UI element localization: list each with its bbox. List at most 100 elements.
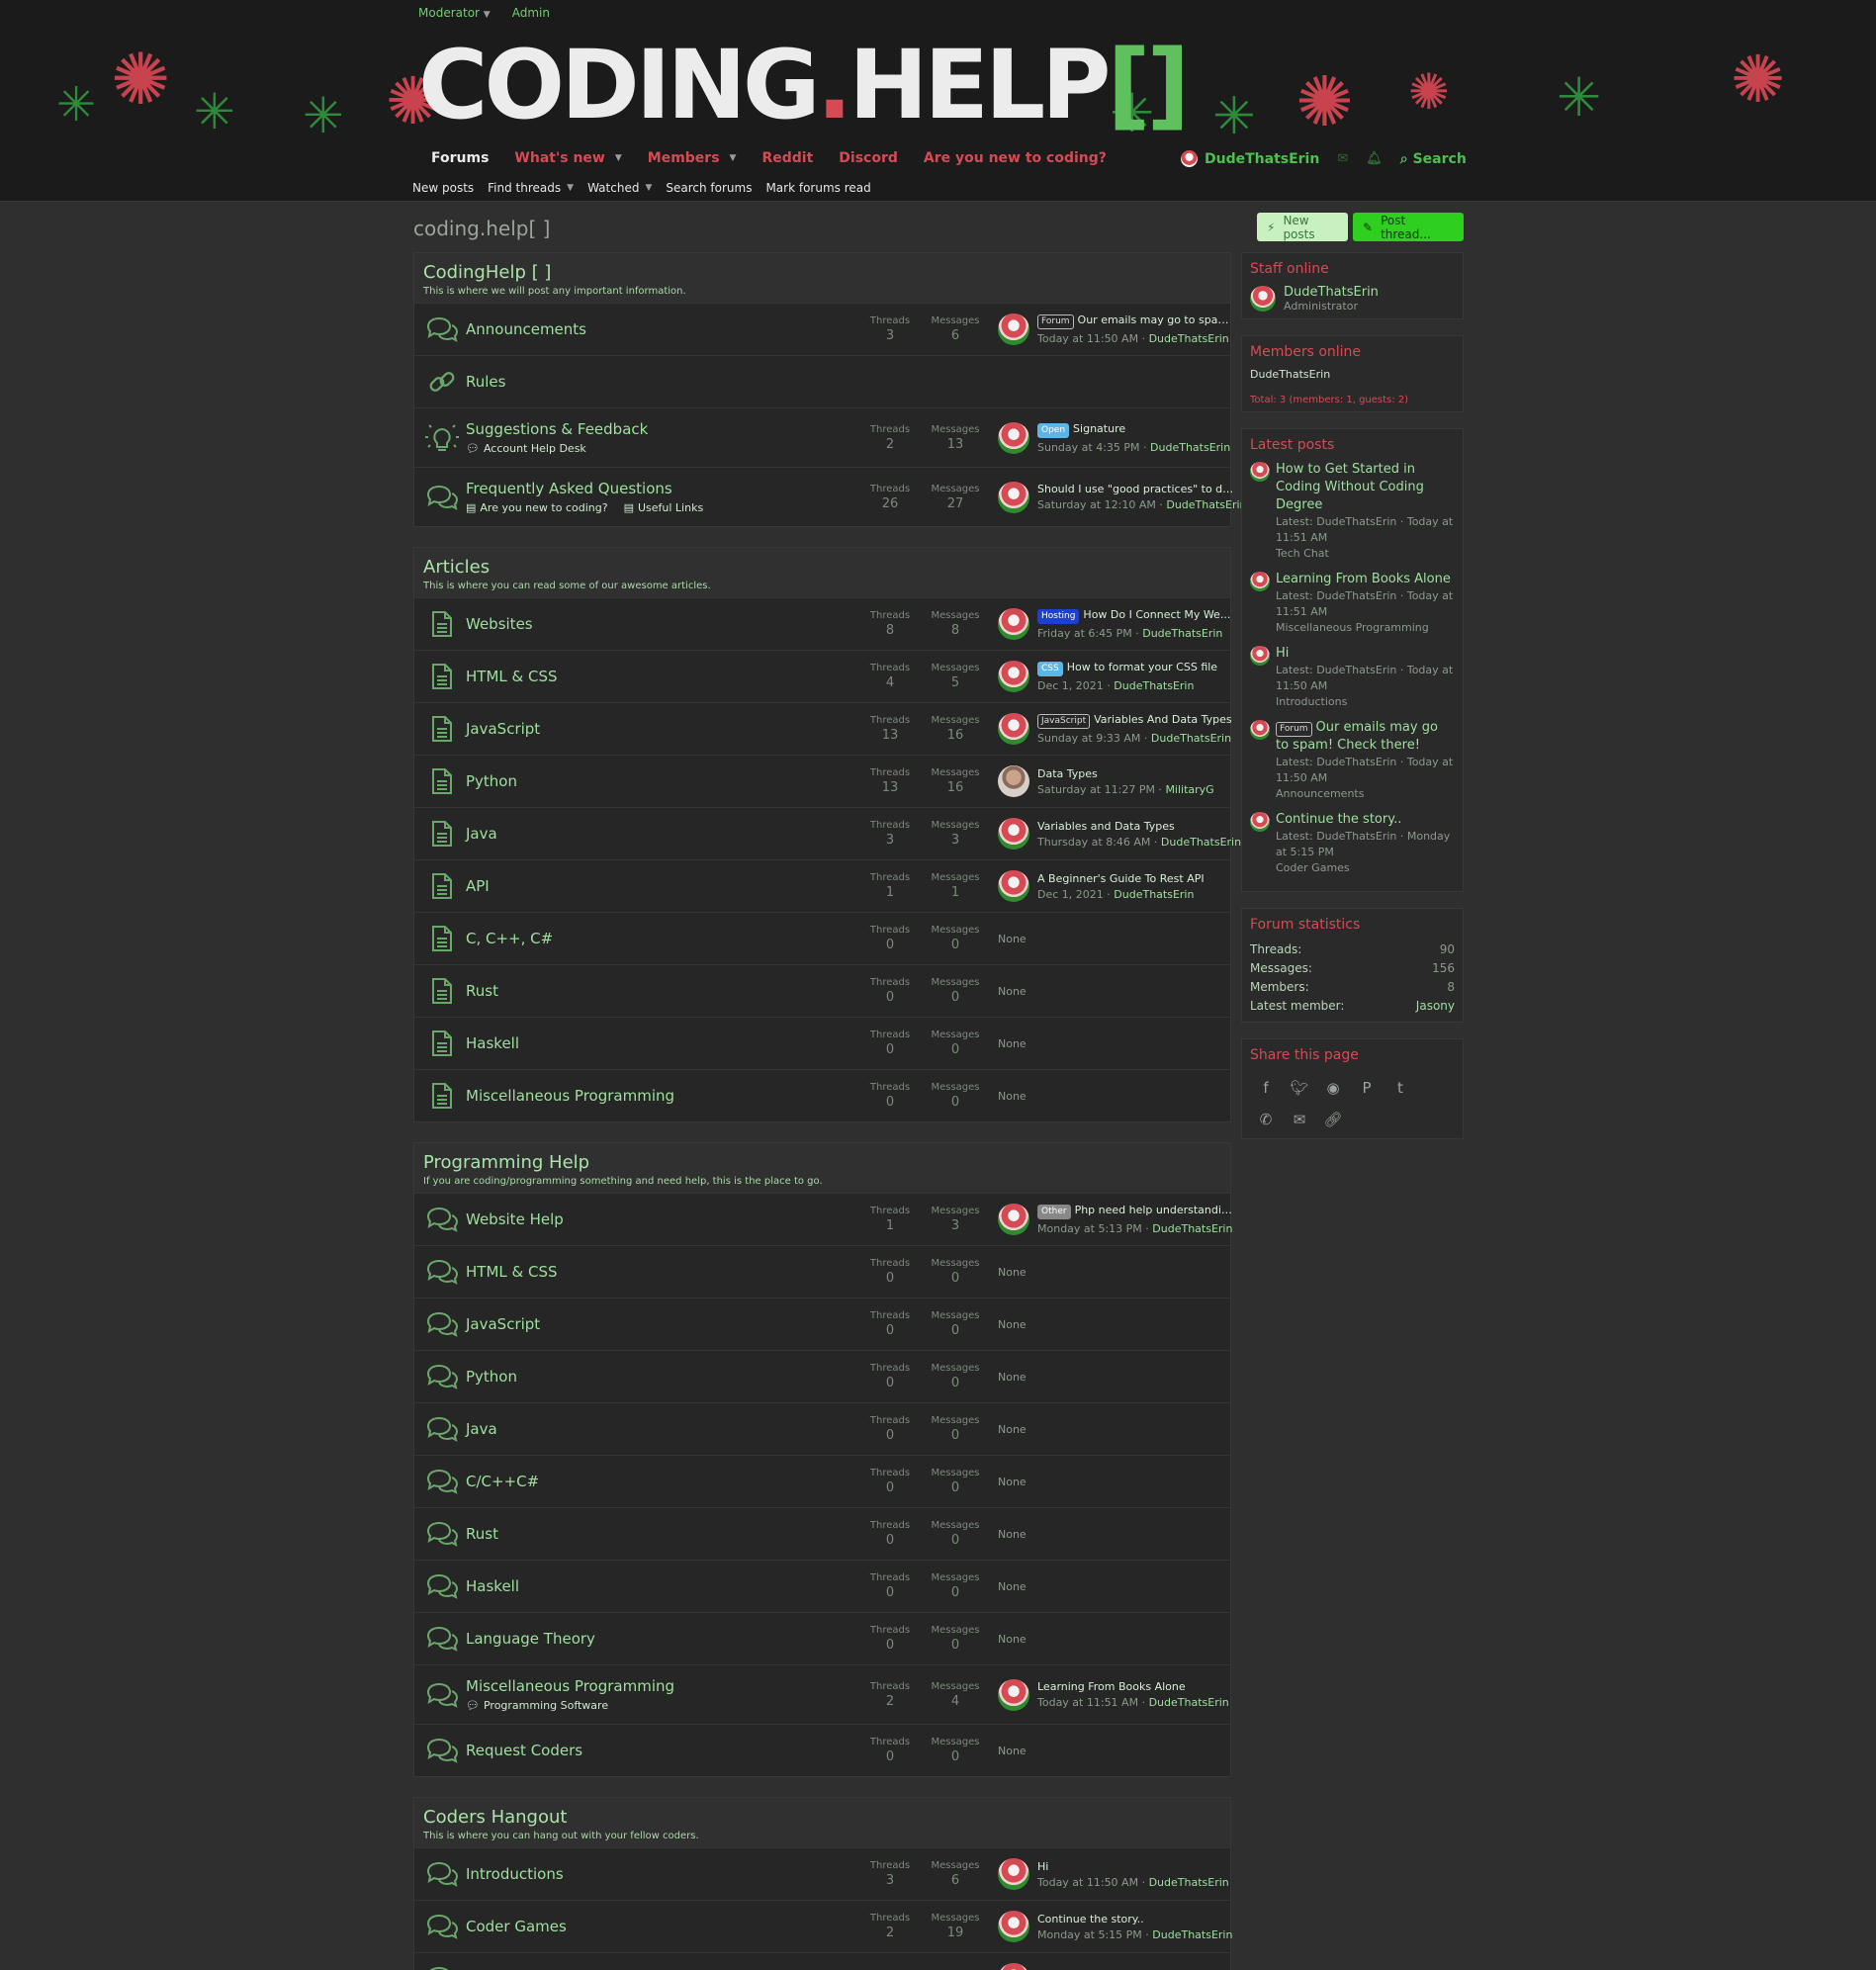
subnav-new-posts[interactable]: New posts <box>412 181 474 195</box>
forum-node[interactable]: Frequently Asked Questions ▤ Are you new t… <box>414 467 1247 526</box>
latest-post-title[interactable]: Learning From Books Alone <box>1276 571 1455 588</box>
last-post-title[interactable]: A Beginner's Guide To Rest API <box>1037 872 1205 885</box>
node-title[interactable]: C/C++C# <box>466 1473 857 1490</box>
latest-post-forum[interactable]: Tech Chat <box>1276 546 1455 562</box>
node-title[interactable]: Website Help <box>466 1210 857 1228</box>
forum-node[interactable]: Haskell Threads 0 Messages 0 None <box>414 1017 1230 1069</box>
avatar[interactable] <box>998 765 1029 797</box>
category-title[interactable]: CodingHelp [ ] <box>423 262 1221 283</box>
forum-node[interactable]: C, C++, C# Threads 0 Messages 0 None <box>414 912 1230 964</box>
latest-post-item[interactable]: Continue the story.. Latest: DudeThatsEri… <box>1250 811 1455 876</box>
forum-node[interactable]: Python Threads 0 Messages 0 None <box>414 1350 1230 1402</box>
last-post[interactable]: A Beginner's Guide To Rest API Dec 1, 202… <box>988 870 1230 902</box>
last-post-user[interactable]: DudeThatsErin <box>1114 679 1194 692</box>
last-post-title[interactable]: Other Php need help understandin... <box>1037 1204 1235 1219</box>
avatar[interactable] <box>1250 572 1270 591</box>
node-title[interactable]: Coder Games <box>466 1918 857 1935</box>
node-title[interactable]: Suggestions & Feedback <box>466 420 857 438</box>
avatar[interactable] <box>998 481 1029 513</box>
node-title[interactable]: Java <box>466 1420 857 1438</box>
forum-node[interactable]: Introductions Threads 3 Messages 6 Hi Today at… <box>414 1847 1230 1900</box>
latest-post-title[interactable]: Continue the story.. <box>1276 811 1455 829</box>
avatar[interactable] <box>1250 462 1270 482</box>
node-title[interactable]: Miscellaneous Programming <box>466 1677 857 1695</box>
forum-node[interactable]: Suggestions & Feedback 💬︎ Account Help Des… <box>414 407 1230 467</box>
last-post[interactable]: Learning From Books Alone Today at 11:51 … <box>988 1678 1230 1711</box>
avatar[interactable] <box>998 421 1029 454</box>
node-title[interactable]: Rules <box>466 373 1230 391</box>
node-title[interactable]: Haskell <box>466 1577 857 1595</box>
last-post-user[interactable]: DudeThatsErin <box>1142 627 1222 640</box>
last-post[interactable]: Variables and Data Types Thursday at 8:46… <box>988 818 1241 850</box>
forum-node[interactable]: HTML & CSS Threads 0 Messages 0 None <box>414 1245 1230 1298</box>
last-post-user[interactable]: DudeThatsErin <box>1152 1928 1232 1941</box>
latest-post-item[interactable]: Hi Latest: DudeThatsErin · Today at 11:50… <box>1250 645 1455 710</box>
inbox-icon[interactable]: ✉ <box>1337 151 1348 166</box>
email-icon[interactable]: ✉ <box>1288 1109 1311 1130</box>
last-post[interactable]: Forum Our emails may go to spam... Today a… <box>988 313 1235 345</box>
avatar[interactable] <box>998 1858 1029 1890</box>
forum-node[interactable]: Request Coders Threads 0 Messages 0 None <box>414 1724 1230 1776</box>
avatar[interactable] <box>1250 812 1270 832</box>
forum-node[interactable]: Announcements Threads 3 Messages 6 Forum Our e… <box>414 303 1235 355</box>
new-posts-button[interactable]: ⚡︎ New posts <box>1257 213 1348 241</box>
node-title[interactable]: Introductions <box>466 1865 857 1883</box>
forum-node[interactable]: Websites Threads 8 Messages 8 Hosting How Do I… <box>414 597 1230 650</box>
avatar[interactable] <box>998 608 1029 640</box>
pinterest-icon[interactable]: P <box>1355 1077 1379 1099</box>
last-post[interactable]: Continue the story.. Monday at 5:15 PM · … <box>988 1911 1232 1942</box>
last-post-title[interactable]: Hi <box>1037 1860 1229 1873</box>
last-post[interactable]: Hi Today at 11:50 AM · DudeThatsErin <box>988 1858 1230 1890</box>
facebook-icon[interactable]: f <box>1254 1077 1278 1099</box>
avatar[interactable] <box>1250 720 1270 740</box>
category-title[interactable]: Programming Help <box>423 1152 1221 1173</box>
staff-name[interactable]: DudeThatsErin <box>1284 285 1379 300</box>
node-title[interactable]: API <box>466 877 857 895</box>
latest-post-title[interactable]: Hi <box>1276 645 1455 663</box>
bell-icon[interactable]: 🔔︎ <box>1366 151 1383 166</box>
forum-node[interactable]: Java Threads 0 Messages 0 None <box>414 1402 1230 1455</box>
last-post-title[interactable]: Hosting How Do I Connect My We... <box>1037 608 1230 624</box>
forum-node[interactable]: C/C++C# Threads 0 Messages 0 None <box>414 1455 1230 1507</box>
chevron-down-icon[interactable]: ▼ <box>615 153 622 163</box>
last-post-title[interactable]: Forum Our emails may go to spam... <box>1037 313 1235 329</box>
latest-post-forum[interactable]: Announcements <box>1276 786 1455 802</box>
forum-node[interactable]: API Threads 1 Messages 1 A Beginner's Guide T… <box>414 859 1230 912</box>
latest-post-item[interactable]: Learning From Books Alone Latest: DudeTha… <box>1250 571 1455 636</box>
admin-link[interactable]: Admin <box>512 6 550 20</box>
last-post-user[interactable]: MilitaryG <box>1165 783 1213 796</box>
latest-post-forum[interactable]: Coder Games <box>1276 860 1455 876</box>
forum-node[interactable]: JavaScript Threads 0 Messages 0 None <box>414 1298 1230 1350</box>
forum-node[interactable]: Miscellaneous Programming 💬︎ Programming S… <box>414 1664 1230 1724</box>
stat-value[interactable]: Jasony <box>1416 997 1455 1016</box>
latest-post-item[interactable]: How to Get Started in Coding Without Cod… <box>1250 461 1455 562</box>
nav-item-discord[interactable]: Discord <box>826 150 911 166</box>
avatar[interactable] <box>998 1911 1029 1942</box>
staff-member[interactable]: DudeThatsErin Administrator <box>1250 285 1455 313</box>
latest-post-title[interactable]: Forum Our emails may go to spam! Check th… <box>1276 719 1455 755</box>
block-title[interactable]: Members online <box>1250 344 1455 360</box>
node-title[interactable]: Python <box>466 1368 857 1386</box>
forum-node[interactable]: HTML & CSS Threads 4 Messages 5 CSS How to for… <box>414 650 1230 702</box>
subforum-link[interactable]: ▤ Useful Links <box>624 501 704 514</box>
last-post-user[interactable]: DudeThatsErin <box>1151 732 1231 745</box>
subnav-watched[interactable]: Watched ▼ <box>587 181 652 195</box>
avatar[interactable] <box>998 818 1029 850</box>
node-title[interactable]: Language Theory <box>466 1630 857 1648</box>
whatsapp-icon[interactable]: ✆ <box>1254 1109 1278 1130</box>
last-post-user[interactable]: DudeThatsErin <box>1149 332 1229 345</box>
node-title[interactable]: Rust <box>466 1525 857 1543</box>
twitter-icon[interactable]: 🐦︎ <box>1288 1077 1311 1099</box>
subnav-mark-forums-read[interactable]: Mark forums read <box>765 181 870 195</box>
node-title[interactable]: JavaScript <box>466 1315 857 1333</box>
nav-item-what-s-new[interactable]: What's new ▼ <box>501 150 634 166</box>
last-post-user[interactable]: DudeThatsErin <box>1166 498 1246 511</box>
latest-post-title[interactable]: How to Get Started in Coding Without Cod… <box>1276 461 1455 514</box>
forum-node[interactable]: Language Theory Threads 0 Messages 0 None <box>414 1612 1230 1664</box>
subnav-find-threads[interactable]: Find threads ▼ <box>488 181 574 195</box>
forum-node[interactable]: JavaScript Threads 13 Messages 16 JavaScript V… <box>414 702 1232 755</box>
latest-post-item[interactable]: Forum Our emails may go to spam! Check th… <box>1250 719 1455 802</box>
last-post[interactable]: Open Signature Sunday at 4:35 PM · DudeTha… <box>988 421 1230 454</box>
subforum-link[interactable]: ▤ Are you new to coding? <box>466 501 608 514</box>
forum-node[interactable]: Coder Games Threads 2 Messages 19 Continue th… <box>414 1900 1232 1952</box>
